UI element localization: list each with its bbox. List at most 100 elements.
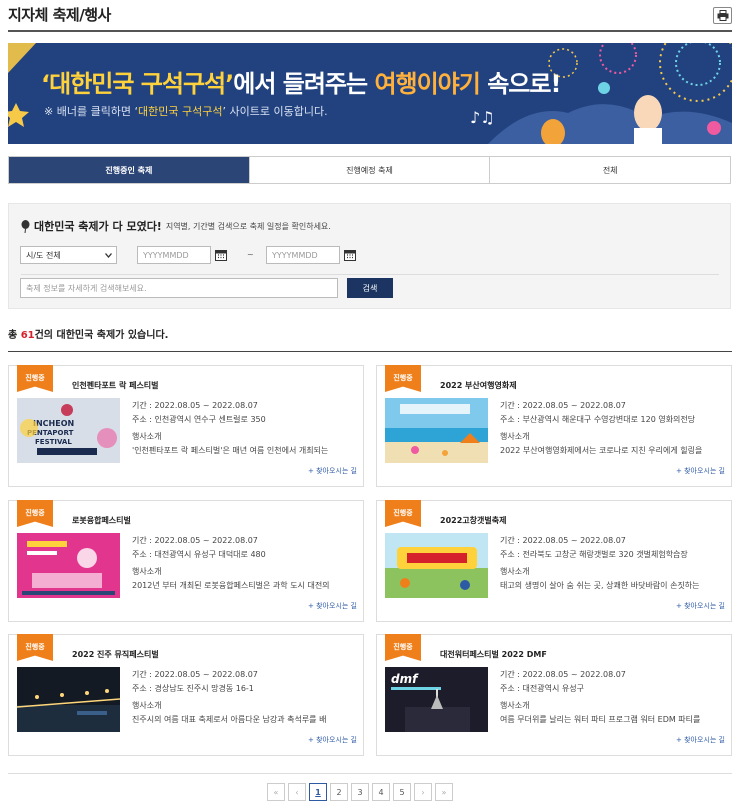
balloon-icon <box>21 219 30 233</box>
festival-title[interactable]: 2022고창갯벌축제 <box>440 515 506 526</box>
calendar-to-icon[interactable] <box>344 249 356 261</box>
promo-banner[interactable]: ♪♫ ‘대한민국 구석구석’에서 들려주는 여행이야기 속으로! ※ 배너를 클… <box>8 43 732 144</box>
printer-icon <box>717 10 728 21</box>
banner-title-highlight: 여행이야기 <box>374 70 480 98</box>
date-to-placeholder: YYYYMMDD <box>272 250 318 260</box>
last-page-button[interactable]: » <box>435 783 453 801</box>
status-badge: 진행중 <box>385 365 421 392</box>
status-badge: 진행중 <box>385 500 421 527</box>
pagination-divider <box>8 773 732 774</box>
status-badge: 진행중 <box>17 365 53 392</box>
page-button-5[interactable]: 5 <box>393 783 411 801</box>
svg-text:INCHEON: INCHEON <box>33 419 74 428</box>
keyword-input[interactable]: 축제 정보를 자세하게 검색해보세요. <box>20 278 338 298</box>
festival-thumbnail[interactable] <box>385 398 488 463</box>
festival-card[interactable]: 진행중 2022 부산여행영화제 기간 : 2022.08.05 ~ 2022.… <box>376 365 732 487</box>
festival-thumbnail[interactable] <box>17 667 120 732</box>
festival-intro-label: 행사소개 <box>500 432 530 441</box>
directions-link[interactable]: + 찾아오시는 길 <box>308 466 357 476</box>
festival-address: 주소 : 대전광역시 유성구 <box>500 684 584 693</box>
search-title: 대한민국 축제가 다 모였다! <box>34 220 162 233</box>
festival-intro-label: 행사소개 <box>500 567 530 576</box>
festival-intro-label: 행사소개 <box>132 701 162 710</box>
banner-sub-brand: 대한민국 구석구석 <box>138 105 223 118</box>
date-to-input[interactable]: YYYYMMDD <box>266 246 340 264</box>
festival-thumbnail[interactable] <box>17 533 120 598</box>
total-number: 61 <box>20 330 35 341</box>
chevron-down-icon <box>105 252 112 258</box>
search-header: 대한민국 축제가 다 모였다! 지역별, 기간별 검색으로 축제 일정을 확인하… <box>21 218 331 234</box>
region-select[interactable]: 시/도 전체 <box>20 246 117 264</box>
festival-period: 기간 : 2022.08.05 ~ 2022.08.07 <box>500 536 626 545</box>
directions-link[interactable]: + 찾아오시는 길 <box>676 601 725 611</box>
festival-address: 주소 : 대전광역시 유성구 대덕대로 480 <box>132 550 266 559</box>
festival-intro: 진주시의 여름 대표 축제로서 아름다운 남강과 촉석루를 배 <box>132 715 327 724</box>
festival-intro: 여름 무더위를 날리는 워터 파티 프로그램 워터 EDM 파티를 <box>500 715 701 724</box>
tab-ongoing[interactable]: 진행중인 축제 <box>9 157 250 183</box>
page-button-4[interactable]: 4 <box>372 783 390 801</box>
status-badge: 진행중 <box>17 500 53 527</box>
tab-upcoming[interactable]: 진행예정 축제 <box>249 157 491 183</box>
banner-subtitle: ※ 배너를 클릭하면 ‘대한민국 구석구석’ 사이트로 이동합니다. <box>44 103 328 119</box>
festival-title[interactable]: 2022 부산여행영화제 <box>440 380 517 391</box>
festival-intro-label: 행사소개 <box>132 567 162 576</box>
date-separator: ~ <box>247 250 254 259</box>
festival-card[interactable]: 진행중 2022 진주 뮤직페스티벌 기간 : 2022.08.05 ~ 202… <box>8 634 364 756</box>
festival-card[interactable]: 진행중 대전워터페스티벌 2022 DMF dmf 기간 : 2022.08.0… <box>376 634 732 756</box>
print-button[interactable] <box>713 7 732 24</box>
festival-tabs: 진행중인 축제 진행예정 축제 전체 <box>8 156 731 184</box>
region-select-value: 시/도 전체 <box>26 250 61 260</box>
banner-sub-start: ※ 배너를 클릭하면 ‘ <box>44 105 139 118</box>
tab-all[interactable]: 전체 <box>490 157 731 183</box>
festival-intro-label: 행사소개 <box>500 701 530 710</box>
festival-period: 기간 : 2022.08.05 ~ 2022.08.07 <box>500 670 626 679</box>
festival-intro: '인천펜타포트 락 페스티벌'은 매년 여름 인천에서 개최되는 <box>132 446 329 455</box>
keyword-placeholder: 축제 정보를 자세하게 검색해보세요. <box>26 283 147 293</box>
directions-link[interactable]: + 찾아오시는 길 <box>676 735 725 745</box>
festival-thumbnail[interactable]: INCHEON PENTAPORT FESTIVAL <box>17 398 120 463</box>
total-prefix: 총 <box>8 330 21 341</box>
festival-card[interactable]: 진행중 로봇융합페스티벌 기간 : 2022.08.05 ~ 2022.08.0… <box>8 500 364 622</box>
banner-title-brand: ‘대한민국 구석구석’ <box>41 70 234 98</box>
festival-title[interactable]: 인천펜타포트 락 페스티벌 <box>72 380 159 391</box>
festival-card[interactable]: 진행중 인천펜타포트 락 페스티벌 INCHEON PENTAPORT FEST… <box>8 365 364 487</box>
directions-link[interactable]: + 찾아오시는 길 <box>308 601 357 611</box>
banner-title-middle: 에서 들려주는 <box>233 70 375 98</box>
status-badge: 진행중 <box>17 634 53 661</box>
festival-address: 주소 : 부산광역시 해운대구 수영강변대로 120 영화의전당 <box>500 415 696 424</box>
festival-period: 기간 : 2022.08.05 ~ 2022.08.07 <box>132 401 258 410</box>
calendar-from-icon[interactable] <box>215 249 227 261</box>
svg-text:dmf: dmf <box>391 672 419 686</box>
page-button-3[interactable]: 3 <box>351 783 369 801</box>
festival-period: 기간 : 2022.08.05 ~ 2022.08.07 <box>500 401 626 410</box>
page-title: 지자체 축제/행사 <box>8 6 111 24</box>
festival-title[interactable]: 2022 진주 뮤직페스티벌 <box>72 649 159 660</box>
festival-intro: 태고의 생명이 살아 숨 쉬는 곳, 상쾌한 바닷바람이 손짓하는 <box>500 581 700 590</box>
date-from-input[interactable]: YYYYMMDD <box>137 246 211 264</box>
total-suffix: 건의 대한민국 축제가 있습니다. <box>34 330 169 341</box>
next-page-button[interactable]: › <box>414 783 432 801</box>
search-description: 지역별, 기간별 검색으로 축제 일정을 확인하세요. <box>165 221 331 231</box>
festival-card[interactable]: 진행중 2022고창갯벌축제 기간 : 2022.08.05 ~ 2022.08… <box>376 500 732 622</box>
total-count: 총 61건의 대한민국 축제가 있습니다. <box>8 326 168 341</box>
page-button-2[interactable]: 2 <box>330 783 348 801</box>
festival-thumbnail[interactable] <box>385 533 488 598</box>
prev-page-button[interactable]: ‹ <box>288 783 306 801</box>
festival-title[interactable]: 대전워터페스티벌 2022 DMF <box>440 649 547 660</box>
directions-link[interactable]: + 찾아오시는 길 <box>308 735 357 745</box>
search-divider <box>21 274 719 275</box>
festival-thumbnail[interactable]: dmf <box>385 667 488 732</box>
festival-address: 주소 : 경상남도 진주시 망경동 16-1 <box>132 684 254 693</box>
directions-link[interactable]: + 찾아오시는 길 <box>676 466 725 476</box>
svg-text:FESTIVAL: FESTIVAL <box>35 438 72 446</box>
festival-address: 주소 : 전라북도 고창군 해랑갯벌로 320 갯벌체험학습장 <box>500 550 688 559</box>
festival-period: 기간 : 2022.08.05 ~ 2022.08.07 <box>132 670 258 679</box>
first-page-button[interactable]: « <box>267 783 285 801</box>
festival-title[interactable]: 로봇융합페스티벌 <box>72 515 131 526</box>
pagination: « ‹ 1 2 3 4 5 › » <box>267 783 456 801</box>
festival-intro-label: 행사소개 <box>132 432 162 441</box>
svg-text:♪♫: ♪♫ <box>470 108 495 127</box>
page-button-1[interactable]: 1 <box>309 783 327 801</box>
search-button[interactable]: 검색 <box>347 278 393 298</box>
status-badge: 진행중 <box>385 634 421 661</box>
